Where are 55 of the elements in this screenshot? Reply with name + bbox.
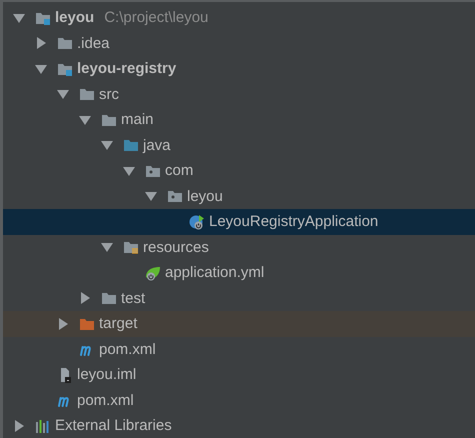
tree-row[interactable]: pom.xml	[3, 336, 475, 362]
folder-icon	[101, 290, 117, 306]
tree-row[interactable]: leyou.iml	[3, 362, 475, 388]
tree-item-label: resources	[143, 238, 209, 256]
project-path: C:\project\leyou	[104, 9, 208, 26]
tree-item-label: .idea	[77, 34, 110, 52]
tree-row[interactable]: test	[3, 286, 475, 311]
expand-arrow-icon[interactable]	[13, 12, 25, 24]
expand-arrow-icon[interactable]	[101, 139, 113, 152]
tree-row[interactable]: src	[3, 82, 475, 107]
expand-arrow-icon[interactable]	[57, 88, 69, 100]
tree-row[interactable]: com	[3, 158, 475, 184]
tree-row[interactable]: LeyouRegistryApplication	[3, 209, 475, 234]
tree-row[interactable]: External Libraries	[3, 413, 475, 438]
resources-folder-icon	[123, 239, 139, 256]
libraries-icon	[35, 418, 51, 434]
tree-item-label: target	[99, 315, 138, 332]
tree-item-label: com	[165, 162, 194, 180]
tree-item-label: test	[121, 290, 146, 307]
tree-row[interactable]: leyou C:\project\leyou	[3, 5, 475, 30]
tree-item-label: leyou.iml	[77, 366, 136, 384]
tree-row[interactable]: main	[3, 107, 475, 132]
leaf-icon	[145, 264, 161, 281]
tree-row[interactable]: java	[3, 132, 475, 158]
tree-item-label: main	[121, 111, 154, 128]
source-folder-icon	[123, 137, 139, 154]
tree-item-label: application.yml	[165, 264, 264, 282]
expand-arrow-icon[interactable]	[35, 62, 47, 75]
tree-item-label: External Libraries	[55, 417, 172, 434]
collapse-arrow-icon[interactable]	[79, 292, 91, 304]
tree-item-label: java	[143, 136, 171, 154]
tree-row[interactable]: application.yml	[3, 260, 475, 286]
tree-item-label: LeyouRegistryApplication	[209, 213, 378, 230]
tree-row[interactable]: leyou	[3, 184, 475, 209]
collapse-arrow-icon[interactable]	[57, 318, 69, 330]
tree-row[interactable]: resources	[3, 234, 475, 260]
folder-icon	[57, 35, 73, 52]
expand-arrow-icon[interactable]	[123, 164, 135, 177]
tree-item-label: leyou	[187, 188, 223, 205]
folder-icon	[79, 86, 95, 102]
expand-arrow-icon[interactable]	[145, 190, 157, 202]
tree-row[interactable]: pom.xml	[3, 388, 475, 413]
tree-item-label: leyou-registry	[77, 60, 176, 78]
tree-item-label: pom.xml	[77, 392, 134, 409]
expand-arrow-icon[interactable]	[79, 114, 91, 126]
tree-item-label: leyou	[55, 9, 94, 26]
collapse-arrow-icon[interactable]	[35, 37, 47, 50]
package-icon	[167, 188, 183, 204]
tree-row[interactable]: leyou-registry	[3, 56, 475, 82]
expand-arrow-icon[interactable]	[101, 241, 113, 254]
tree-row[interactable]: .idea	[3, 30, 475, 56]
collapse-arrow-icon[interactable]	[13, 420, 25, 432]
tree-item-label: src	[99, 86, 119, 103]
tree-row[interactable]: target	[3, 311, 475, 336]
tree-item-label: pom.xml	[99, 340, 156, 358]
